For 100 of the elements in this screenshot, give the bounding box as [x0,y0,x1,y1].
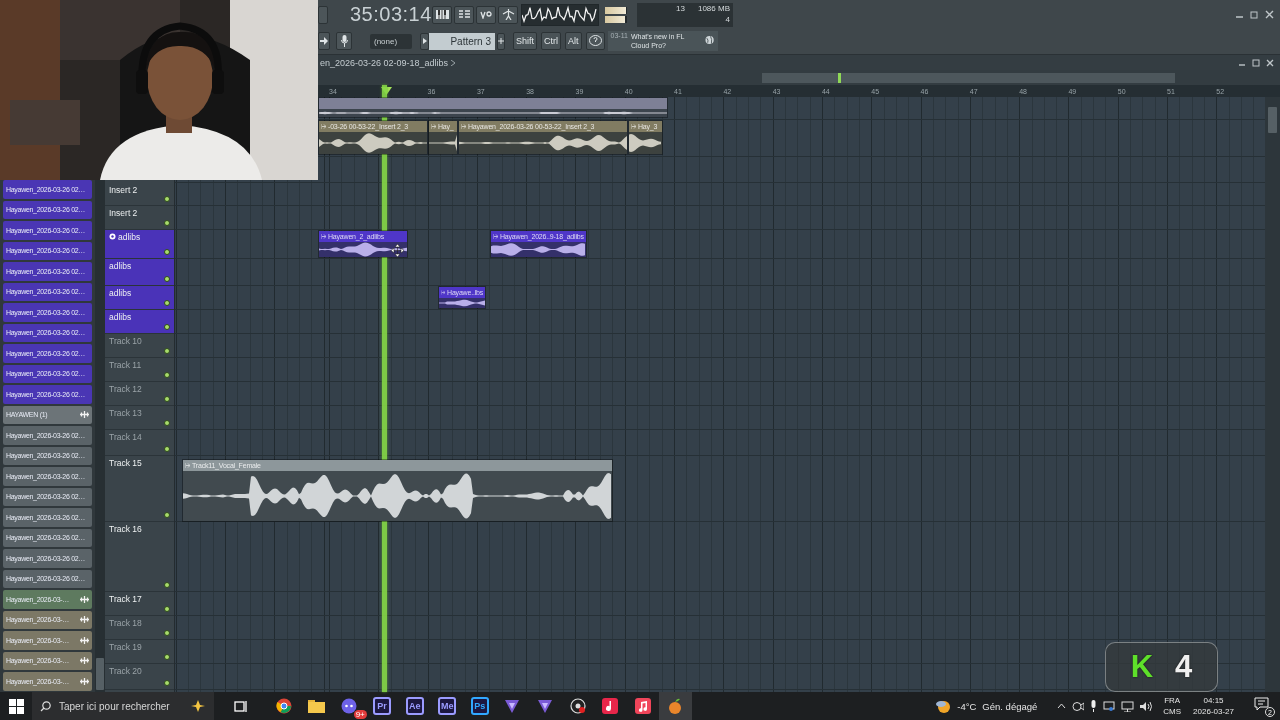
clip-menu-icon [493,234,498,239]
track-name: adlibs [109,261,132,271]
add-pattern-button[interactable] [497,32,505,50]
chat-app-icon [341,698,358,714]
scrollbar-thumb[interactable] [96,658,104,690]
track-name: Track 16 [109,524,142,534]
pattern-selector[interactable]: Pattern 3 [429,32,495,50]
record-icon [569,698,586,714]
folder-icon [308,699,326,713]
track-header[interactable]: Track 18 [105,616,174,640]
record-button[interactable] [336,32,352,50]
app-tile: Pr [373,697,392,715]
search-icon [40,700,51,712]
tempo-button[interactable] [498,5,518,24]
piano-roll-button[interactable] [432,5,452,24]
track-header[interactable]: adlibs [105,286,174,310]
track-led[interactable] [164,300,170,306]
track-led[interactable] [164,396,170,402]
windows-start-icon [9,698,24,714]
track-led[interactable] [164,446,170,452]
track-name: Track 20 [109,666,142,676]
track-name: Track 15 [109,458,142,468]
clip-menu-icon [185,463,190,468]
clip-menu-icon [631,124,636,129]
track-led[interactable] [164,220,170,226]
cpu-reading: 13 [675,3,685,13]
mixer-button[interactable] [476,5,496,24]
close-icon [1266,58,1274,67]
track-header[interactable]: Track 13 [105,406,174,430]
track-led[interactable] [164,654,170,660]
polyphony-reading: 4 [724,14,730,24]
track-header[interactable]: adlibs [105,230,174,259]
input-language[interactable]: FRA [1164,695,1181,706]
taskbar-app[interactable]: Me [430,692,464,720]
key-label: 4 [1175,649,1193,685]
microphone-icon [340,35,348,47]
taskbar-app[interactable]: Ae [398,692,431,720]
message-icon [1254,697,1269,711]
scrollbar-thumb[interactable] [762,73,1175,83]
taskbar-app[interactable]: Pr [365,692,399,720]
track-header[interactable]: Track 17 [105,592,174,616]
move-cursor-icon [391,244,404,257]
track-led[interactable] [164,512,170,518]
audio-clip[interactable] [318,97,668,118]
piano-icon [435,10,449,19]
track-header[interactable]: Track 15 [105,456,174,522]
track-header[interactable]: Track 19 [105,640,174,664]
track-led[interactable] [164,196,170,202]
modifier-key-button[interactable]: Ctrl [541,32,561,50]
track-led[interactable] [164,420,170,426]
track-name: adlibs [109,312,132,322]
track-name: adlibs [109,288,132,298]
track-header[interactable]: Track 14 [105,430,174,456]
task-view-icon [234,699,248,713]
taskbar-app[interactable]: Ps [463,692,497,720]
track-led[interactable] [164,276,170,282]
track-name: Track 18 [109,618,142,628]
track-header[interactable]: adlibs [105,310,174,334]
track-header[interactable]: adlibs [105,259,174,286]
track-led[interactable] [164,582,170,588]
clock-time: 04:15 [1203,695,1224,706]
weather-condition: Gén. dégagé [982,700,1038,712]
track-header[interactable]: Track 20 [105,664,174,690]
browser-icon [276,698,293,714]
taskbar-app[interactable]: 9+ [333,692,366,720]
memory-reading: 1086 MB [696,3,730,13]
chevron-right-icon [451,59,456,66]
scrollbar-thumb[interactable] [1268,107,1277,133]
chevron-up-icon [1057,703,1067,709]
track-led[interactable] [164,348,170,354]
camera-icon [1072,700,1085,712]
fruit-icon [668,698,683,714]
channel-rack-button[interactable] [454,5,474,24]
track-led[interactable] [164,630,170,636]
pattern-dropdown[interactable]: (none) [370,33,412,49]
track-led[interactable] [164,324,170,330]
modifier-key-button[interactable]: Alt [565,32,582,50]
arrow-button[interactable] [318,32,330,50]
track-led[interactable] [164,249,170,255]
help-button[interactable] [585,32,605,50]
close-icon [1265,10,1274,19]
key-label: K [1130,649,1154,685]
help-bubble-icon [588,35,602,47]
track-led[interactable] [164,372,170,378]
restore-icon [1252,58,1260,67]
track-header[interactable]: Track 10 [105,334,174,358]
track-header[interactable]: Track 11 [105,358,174,382]
track-name: Track 13 [109,408,142,418]
temperature: -4°C [957,700,977,712]
note-app-icon [602,698,619,714]
globe-icon [705,35,715,45]
track-header[interactable]: Track 12 [105,382,174,406]
search-field[interactable]: Taper ici pour rechercher [32,692,214,720]
track-led[interactable] [164,606,170,612]
track-header[interactable]: Track 16 [105,522,174,592]
modifier-key-button[interactable]: Shift [513,32,537,50]
track-led[interactable] [164,680,170,686]
keyboard-layout[interactable]: CMS [1163,706,1182,717]
track-name: Track 19 [109,642,142,652]
search-input[interactable]: Taper ici pour rechercher [57,699,184,713]
